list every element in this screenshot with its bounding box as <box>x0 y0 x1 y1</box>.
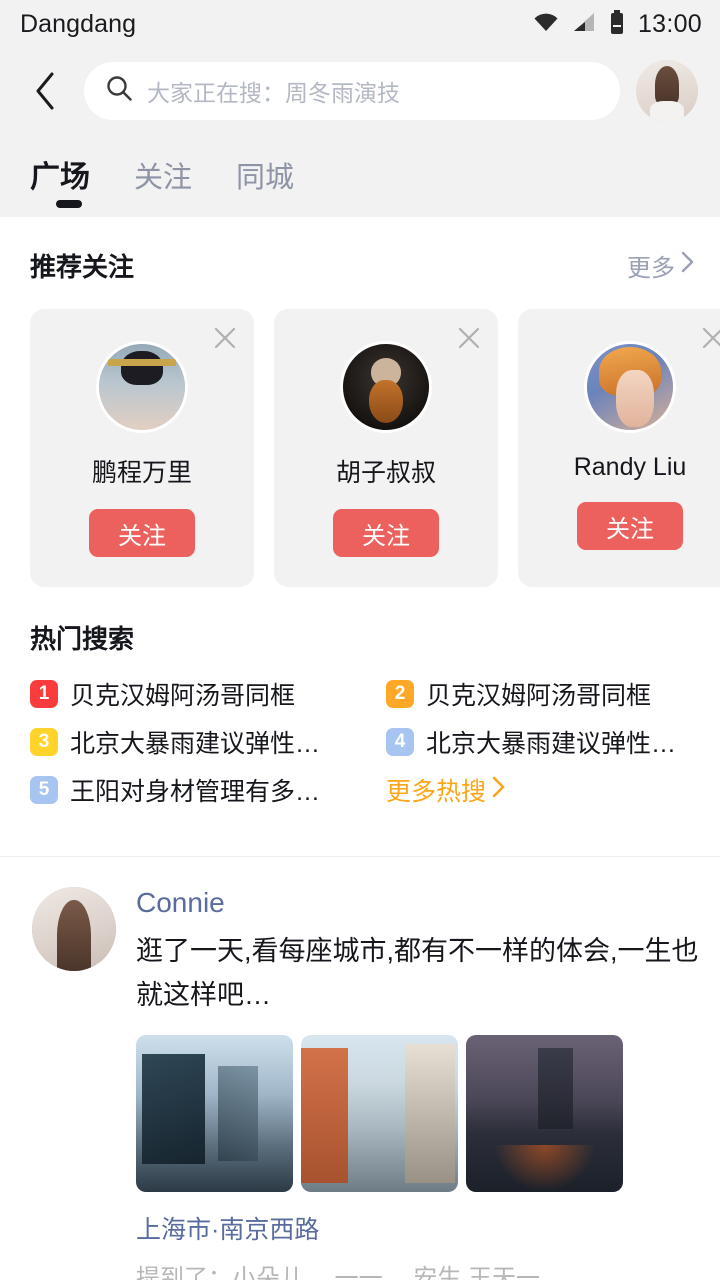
city-street-photo <box>136 1035 293 1192</box>
post-location[interactable]: 上海市·南京西路 <box>136 1210 700 1246</box>
avatar-image <box>587 344 673 430</box>
hot-search-more-label: 更多热搜 <box>386 778 487 806</box>
recommend-title: 推荐关注 <box>30 251 135 282</box>
tab-following-label: 关注 <box>134 162 193 194</box>
hot-search-item[interactable]: 5 王阳对身材管理有多… <box>0 766 360 814</box>
hot-search-more-link[interactable]: 更多热搜 <box>360 766 720 814</box>
hot-search-item[interactable]: 3 北京大暴雨建议弹性… <box>0 718 360 766</box>
recommend-more-link[interactable]: 更多 <box>627 248 694 283</box>
recommend-card[interactable]: 鹏程万里 关注 <box>30 309 254 587</box>
avatar[interactable] <box>340 341 432 433</box>
follow-button[interactable]: 关注 <box>333 509 439 557</box>
search-icon <box>106 75 133 107</box>
post-image[interactable] <box>466 1035 623 1192</box>
venice-canal-photo <box>301 1035 458 1192</box>
header-region: Dangdang 13:00 大家正在搜：周冬雨演技 广场 关注 同城 <box>0 0 720 217</box>
follow-button-label: 关注 <box>362 522 410 550</box>
follow-button-label: 关注 <box>118 522 166 550</box>
rank-badge: 5 <box>30 776 58 804</box>
search-row: 大家正在搜：周冬雨演技 <box>0 48 720 134</box>
hot-search-item[interactable]: 4 北京大暴雨建议弹性… <box>360 718 720 766</box>
avatar-image <box>636 60 698 122</box>
recommend-card[interactable]: Randy Liu 关注 <box>518 309 720 587</box>
waterfront-skyline-photo <box>466 1035 623 1192</box>
tab-plaza-label: 广场 <box>30 161 90 194</box>
avatar-image <box>343 344 429 430</box>
hot-search-list: 1 贝克汉姆阿汤哥同框 2 贝克汉姆阿汤哥同框 3 北京大暴雨建议弹性… 4 北… <box>0 656 720 814</box>
post-body: Connie 逛了一天,看每座城市,都有不一样的体会,一生也就这样吧… 上海市·… <box>136 887 720 1280</box>
clock: 13:00 <box>637 9 702 38</box>
recommend-card-name: 鹏程万里 <box>91 459 192 487</box>
tab-plaza[interactable]: 广场 <box>30 152 90 212</box>
post-mentions: 提到了：小朵儿， 一一， 安生,王天一 <box>136 1265 541 1280</box>
close-icon[interactable] <box>456 325 482 351</box>
recommend-card-name: Randy Liu <box>573 453 687 481</box>
avatar[interactable] <box>32 887 116 971</box>
close-icon[interactable] <box>700 325 720 351</box>
tab-following[interactable]: 关注 <box>134 154 192 212</box>
avatar-image <box>99 344 185 430</box>
hot-search-text: 贝克汉姆阿汤哥同框 <box>426 682 652 710</box>
recommend-more-label: 更多 <box>627 254 675 282</box>
follow-button-label: 关注 <box>606 515 654 543</box>
post-image[interactable] <box>136 1035 293 1192</box>
avatar-image <box>32 887 116 971</box>
post-username[interactable]: Connie <box>136 887 700 919</box>
rank-badge: 3 <box>30 728 58 756</box>
post-item[interactable]: Connie 逛了一天,看每座城市,都有不一样的体会,一生也就这样吧… 上海市·… <box>0 857 720 1280</box>
status-bar-icons: 13:00 <box>533 9 702 39</box>
search-input[interactable]: 大家正在搜：周冬雨演技 <box>84 62 620 120</box>
chevron-right-icon <box>492 776 505 805</box>
back-button[interactable] <box>22 63 68 119</box>
hot-search-title: 热门搜索 <box>30 624 135 654</box>
avatar[interactable] <box>96 341 188 433</box>
hot-search-section: 热门搜索 1 贝克汉姆阿汤哥同框 2 贝克汉姆阿汤哥同框 3 北京大暴雨建议弹性… <box>0 587 720 814</box>
tab-nearby-label: 同城 <box>236 162 295 194</box>
hot-search-item[interactable]: 2 贝克汉姆阿汤哥同框 <box>360 670 720 718</box>
hot-search-item[interactable]: 1 贝克汉姆阿汤哥同框 <box>0 670 360 718</box>
post-text: 逛了一天,看每座城市,都有不一样的体会,一生也就这样吧… <box>136 936 699 1010</box>
post-image[interactable] <box>301 1035 458 1192</box>
recommend-follow-section: 推荐关注 更多 鹏程万里 关注 胡子叔叔 关注 Randy Liu 关注 <box>0 217 720 587</box>
chevron-right-icon <box>681 251 694 280</box>
recommend-card-list: 鹏程万里 关注 胡子叔叔 关注 Randy Liu 关注 <box>0 287 720 587</box>
rank-badge: 1 <box>30 680 58 708</box>
tab-bar: 广场 关注 同城 <box>0 134 720 212</box>
follow-button[interactable]: 关注 <box>89 509 195 557</box>
recommend-header: 推荐关注 更多 <box>0 243 720 287</box>
app-title: Dangdang <box>20 9 137 38</box>
avatar[interactable] <box>584 341 676 433</box>
hot-search-text: 北京大暴雨建议弹性… <box>426 730 677 758</box>
hot-search-text: 王阳对身材管理有多… <box>70 778 321 806</box>
rank-badge: 2 <box>386 680 414 708</box>
tab-nearby[interactable]: 同城 <box>236 154 294 212</box>
app-screen: Dangdang 13:00 大家正在搜：周冬雨演技 广场 关注 同城 推荐关注… <box>0 0 720 1280</box>
follow-button[interactable]: 关注 <box>577 502 683 550</box>
tab-active-indicator <box>56 200 82 208</box>
wifi-icon <box>533 12 559 37</box>
post-image-grid <box>136 1035 700 1192</box>
recommend-card-name: 胡子叔叔 <box>335 459 436 487</box>
profile-avatar[interactable] <box>636 60 698 122</box>
hot-search-text: 北京大暴雨建议弹性… <box>70 730 321 758</box>
battery-icon <box>609 9 625 39</box>
signal-icon <box>572 12 596 37</box>
recommend-card[interactable]: 胡子叔叔 关注 <box>274 309 498 587</box>
search-placeholder-text: 大家正在搜：周冬雨演技 <box>147 80 400 106</box>
hot-search-text: 贝克汉姆阿汤哥同框 <box>70 682 296 710</box>
close-icon[interactable] <box>212 325 238 351</box>
rank-badge: 4 <box>386 728 414 756</box>
status-bar: Dangdang 13:00 <box>0 0 720 48</box>
